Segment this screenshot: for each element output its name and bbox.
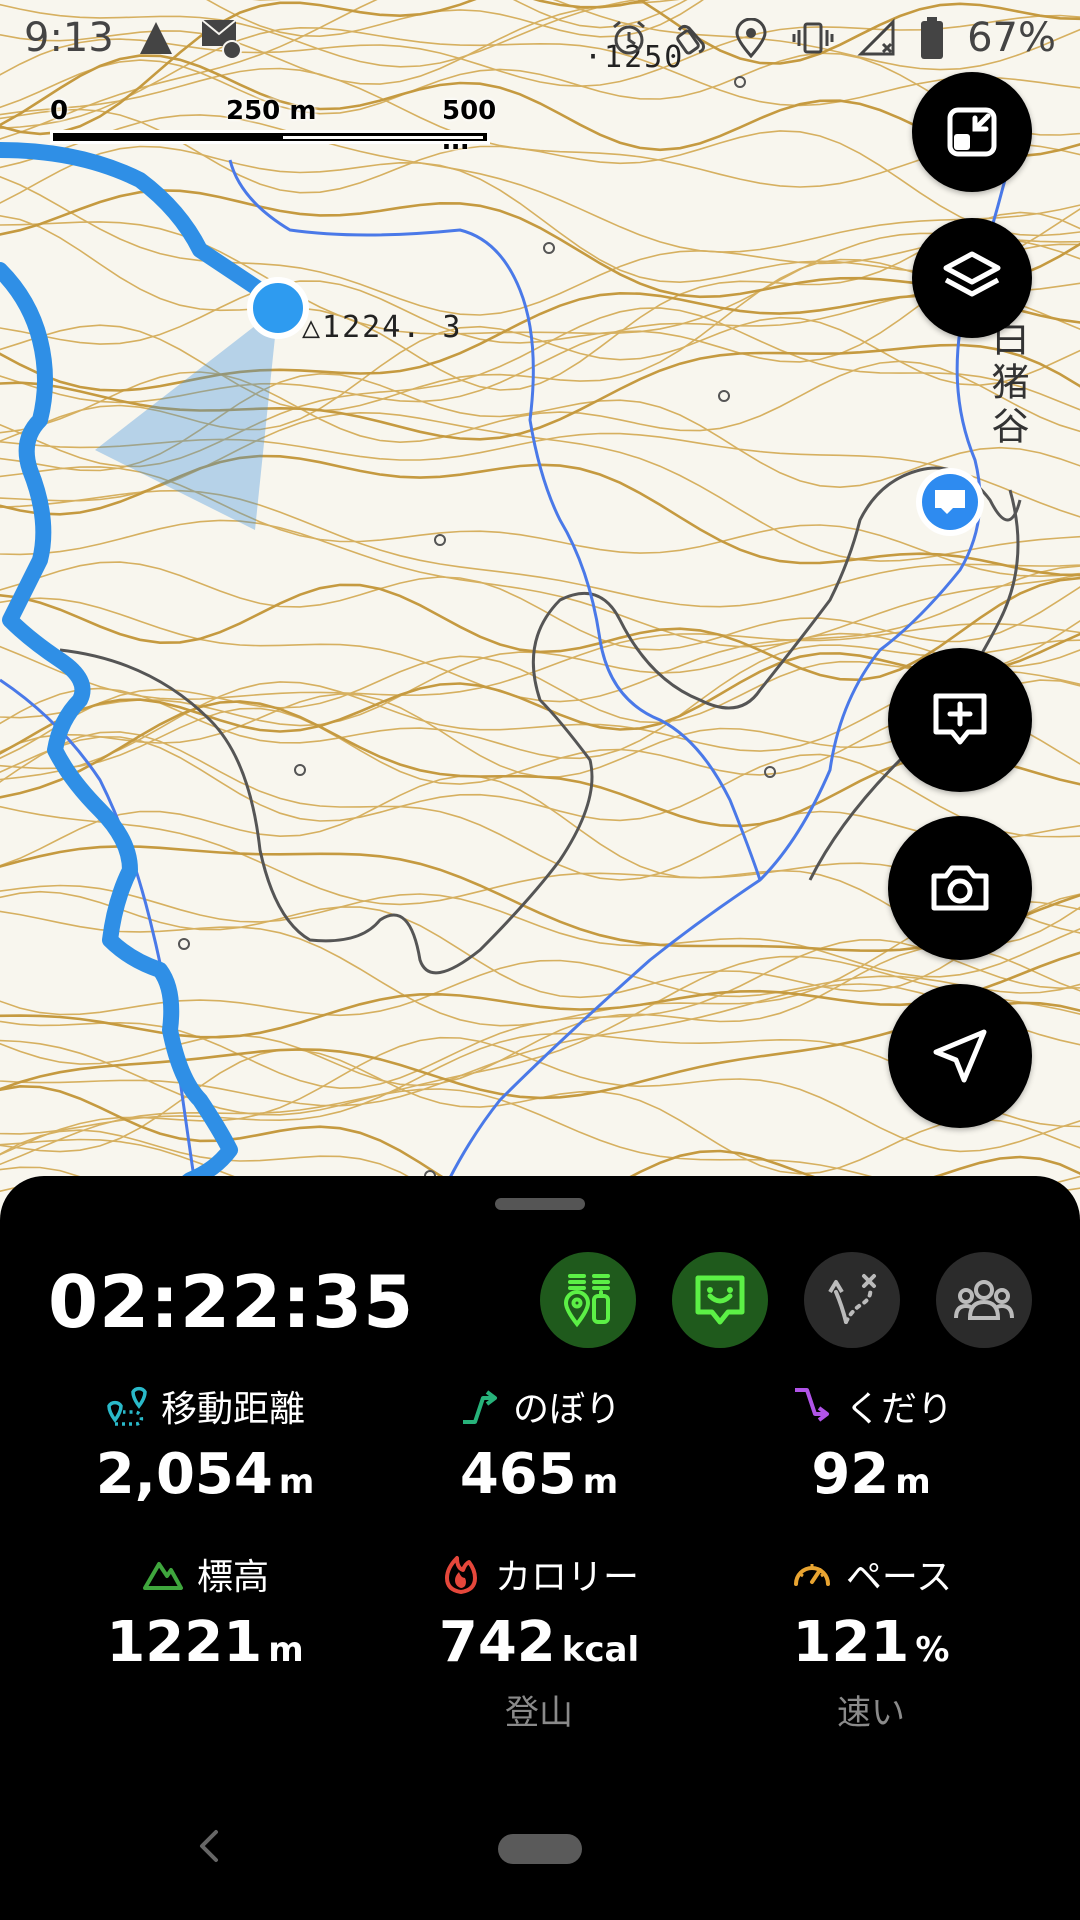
app-screen: ·1250 △1224. 3 白猪谷 0 250 m 500 m	[0, 0, 1080, 1920]
add-memo-button[interactable]	[888, 648, 1032, 792]
pace-value: 121	[792, 1610, 910, 1675]
camera-icon	[931, 865, 989, 911]
flame-icon	[444, 1556, 477, 1594]
scale-label-mid: 250 m	[226, 96, 317, 126]
no-signal-icon	[857, 18, 897, 58]
stat-descent: くだり 92 m	[706, 1382, 1036, 1507]
calories-label: カロリー	[494, 1557, 639, 1598]
group-icon	[954, 1280, 1014, 1320]
pace-label: ペース	[845, 1557, 953, 1598]
stat-distance: 移動距離 2,054 m	[40, 1382, 370, 1507]
battery-percent: 67%	[967, 15, 1056, 61]
distance-route-icon	[107, 1386, 147, 1426]
ascent-unit: m	[582, 1462, 619, 1502]
route-icon	[828, 1274, 876, 1324]
pace-unit: %	[915, 1630, 950, 1670]
current-position-marker	[247, 277, 309, 339]
pace-rating: 速い	[837, 1693, 905, 1733]
scale-bar-line	[50, 130, 490, 144]
elevation-label: 標高	[196, 1557, 269, 1598]
alarm-icon	[609, 18, 649, 58]
smile-comment-icon	[695, 1275, 745, 1325]
activity-panel: 02:22:35 移動距離 2,054 m のぼり 465 m くだり 92 m…	[0, 1176, 1080, 1920]
speedometer-icon	[793, 1564, 830, 1586]
map-scale-bar: 0 250 m 500 m	[50, 96, 500, 156]
route-toggle[interactable]	[804, 1252, 900, 1348]
layers-icon	[943, 251, 1001, 297]
stat-pace: ペース 121 % 速い	[706, 1550, 1036, 1734]
distance-unit: m	[278, 1462, 315, 1502]
peak-elevation-label: △1224. 3	[302, 310, 463, 345]
status-time: 9:13	[24, 15, 114, 61]
ascent-icon	[462, 1390, 497, 1424]
calories-value: 742	[438, 1610, 556, 1675]
descent-icon	[794, 1388, 829, 1422]
distance-value: 2,054	[95, 1442, 273, 1507]
elapsed-time: 02:22:35	[48, 1260, 415, 1344]
shrink-icon	[947, 107, 997, 157]
scale-label-zero: 0	[50, 96, 69, 126]
descent-unit: m	[895, 1462, 931, 1502]
mountain-icon	[142, 1562, 183, 1590]
calories-activity: 登山	[505, 1693, 573, 1733]
signal-triangle-icon	[136, 18, 176, 58]
stat-calories: カロリー 742 kcal 登山	[374, 1550, 704, 1734]
valley-name-label: 白猪谷	[985, 318, 1029, 450]
camera-button[interactable]	[888, 816, 1032, 960]
gear-check-toggle[interactable]	[540, 1252, 636, 1348]
layers-button[interactable]	[912, 218, 1032, 338]
ascent-label: のぼり	[512, 1389, 621, 1430]
status-bar: 9:13 67%	[0, 0, 1080, 76]
nav-home-pill[interactable]	[498, 1834, 582, 1864]
calories-unit: kcal	[561, 1630, 640, 1670]
navigation-button[interactable]	[888, 984, 1032, 1128]
ascent-value: 465	[459, 1442, 577, 1507]
location-pin-icon	[733, 18, 769, 58]
collapse-map-button[interactable]	[912, 72, 1032, 192]
comment-toggle[interactable]	[672, 1252, 768, 1348]
group-toggle[interactable]	[936, 1252, 1032, 1348]
mail-notification-icon	[198, 14, 246, 62]
add-comment-icon	[933, 693, 987, 745]
stat-ascent: のぼり 465 m	[374, 1382, 704, 1507]
nav-back-icon[interactable]	[190, 1826, 230, 1866]
memo-pin-icon	[916, 468, 984, 536]
elevation-value: 1221	[106, 1610, 263, 1675]
pins-icon	[563, 1274, 610, 1328]
nfc-icon	[671, 18, 711, 58]
distance-label: 移動距離	[160, 1389, 305, 1430]
battery-icon	[919, 16, 945, 60]
elevation-unit: m	[268, 1630, 304, 1670]
panel-drag-handle[interactable]	[495, 1198, 585, 1210]
scale-label-max: 500 m	[442, 96, 497, 156]
stat-elevation: 標高 1221 m	[40, 1550, 370, 1675]
topographic-map[interactable]: ·1250 △1224. 3 白猪谷 0 250 m 500 m	[0, 0, 1080, 1220]
vibrate-icon	[791, 18, 835, 58]
descent-value: 92	[811, 1442, 890, 1507]
navigation-arrow-icon	[933, 1029, 987, 1083]
descent-label: くだり	[844, 1389, 953, 1430]
